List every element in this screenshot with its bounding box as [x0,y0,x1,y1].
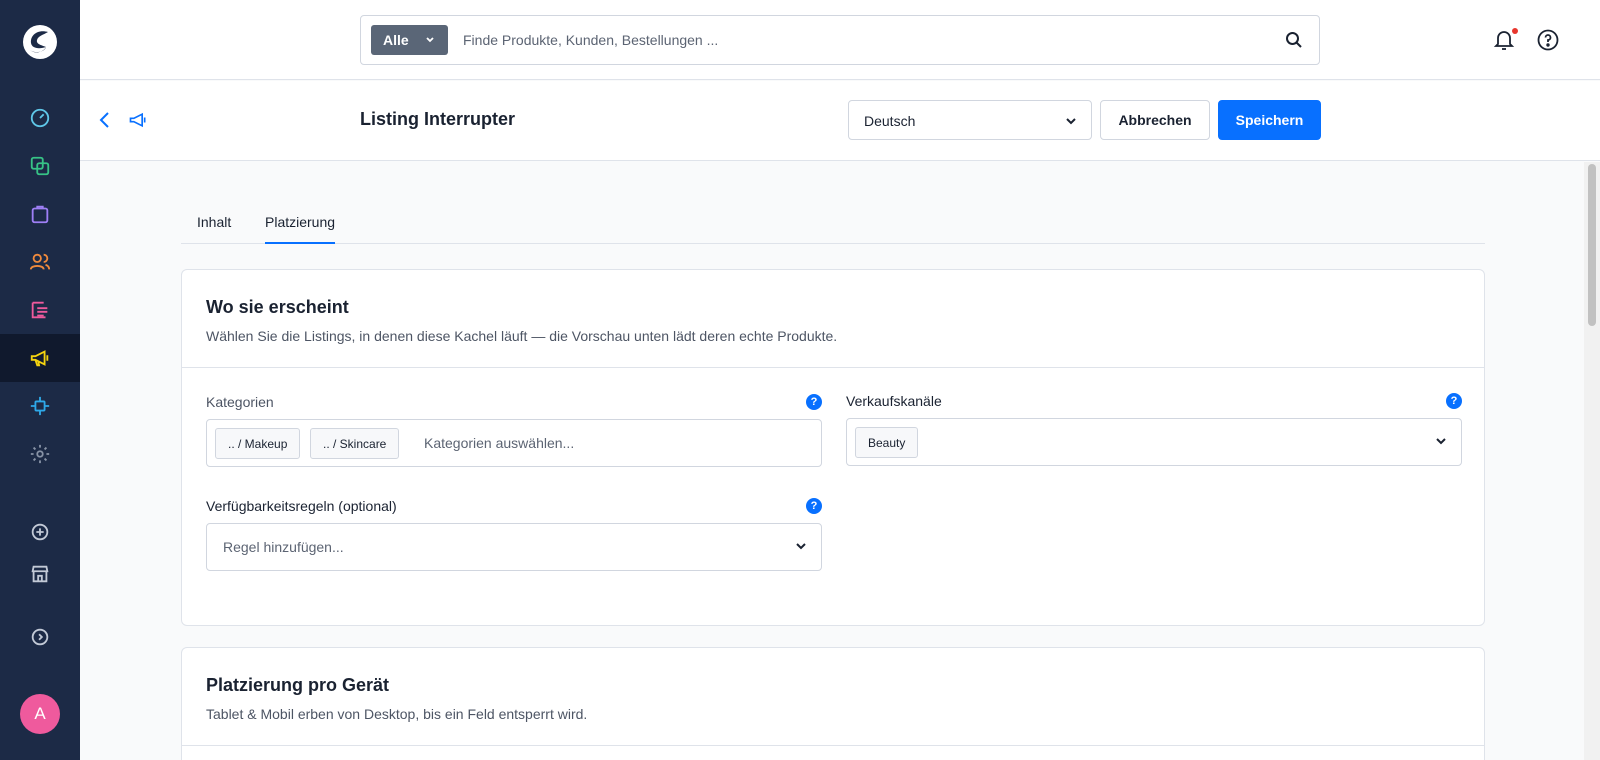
tab-inhalt[interactable]: Inhalt [197,214,231,244]
page-scrollbar[interactable] [1584,162,1600,760]
card-title: Wo sie erscheint [206,297,349,317]
rules-placeholder: Regel hinzufügen... [223,539,344,555]
notification-dot [1512,28,1518,34]
card-subtitle: Tablet & Mobil erben von Desktop, bis ei… [206,706,588,722]
categories-field[interactable]: .. / Makeup .. / Skincare Kategorien aus… [206,419,822,467]
category-chip-makeup[interactable]: .. / Makeup [215,428,301,459]
marketing-icon [30,350,49,367]
store-icon [31,565,49,583]
sidebar-item-customers[interactable] [0,238,80,286]
cancel-button[interactable]: Abbrechen [1100,100,1210,140]
sidebar-item-store[interactable] [0,550,80,598]
chevron-down-icon [796,543,806,550]
collapse-icon [31,628,49,646]
card-header: Platzierung pro Gerät Tablet & Mobil erb… [182,648,1484,746]
sidebar-collapse-button[interactable] [0,613,80,661]
placement-card: Wo sie erscheint Wählen Sie die Listings… [181,269,1485,626]
tab-bar: Inhalt Platzierung [181,200,1485,244]
dashboard-icon [30,108,50,128]
sidebar-item-dashboard[interactable] [0,94,80,142]
content-icon [31,301,48,319]
chevron-down-icon [1066,118,1076,125]
sales-channels-field[interactable]: Beauty [846,418,1462,466]
orders-icon [31,205,49,224]
categories-label: Kategorien [206,394,274,410]
sales-channels-label: Verkaufskanäle [846,393,942,409]
global-search[interactable]: Alle Finde Produkte, Kunden, Bestellunge… [360,15,1320,65]
chevron-down-icon [1436,438,1446,445]
marketing-module-icon [129,112,146,128]
sidebar-item-marketing[interactable] [0,334,80,382]
language-select-value: Deutsch [864,113,916,129]
sales-channels-help-icon[interactable]: ? [1446,393,1462,409]
sidebar-item-add[interactable] [0,508,80,556]
sidebar: A [0,0,80,760]
categories-input[interactable]: Kategorien auswählen... [424,435,574,451]
help-icon[interactable] [1536,28,1560,52]
customers-icon [29,253,51,270]
card-header: Wo sie erscheint Wählen Sie die Listings… [182,270,1484,368]
shopware-logo-icon[interactable] [21,23,59,61]
page-header: Listing Interrupter Deutsch Abbrechen Sp… [80,81,1600,161]
rules-select[interactable]: Regel hinzufügen... [206,523,822,571]
scrollbar-thumb[interactable] [1588,164,1596,326]
card-title: Platzierung pro Gerät [206,675,390,695]
card-subtitle: Wählen Sie die Listings, in denen diese … [206,328,838,344]
back-arrow-icon[interactable] [98,110,112,130]
sidebar-item-extensions[interactable] [0,382,80,430]
rules-label: Verfügbarkeitsregeln (optional) [206,498,397,514]
search-input[interactable]: Finde Produkte, Kunden, Bestellungen ... [463,32,718,48]
sidebar-item-settings[interactable] [0,430,80,478]
catalog-icon [30,156,50,176]
sidebar-item-catalog[interactable] [0,142,80,190]
page-title: Listing Interrupter [360,109,516,129]
user-avatar[interactable]: A [20,694,60,734]
categories-help-icon[interactable]: ? [806,394,822,410]
search-scope-dropdown[interactable]: Alle [371,25,448,55]
tab-platzierung[interactable]: Platzierung [265,214,336,244]
search-scope-label: Alle [383,32,409,48]
device-placement-card: Platzierung pro Gerät Tablet & Mobil erb… [181,647,1485,760]
save-button[interactable]: Speichern [1218,100,1321,140]
search-icon[interactable] [1285,31,1303,49]
sidebar-item-content[interactable] [0,286,80,334]
rules-help-icon[interactable]: ? [806,498,822,514]
add-icon [31,523,49,541]
category-chip-skincare[interactable]: .. / Skincare [310,428,400,459]
top-bar: Alle Finde Produkte, Kunden, Bestellunge… [80,0,1600,80]
chevron-down-icon [426,37,434,43]
language-select[interactable]: Deutsch [848,100,1092,140]
settings-icon [30,444,50,464]
sales-channel-chip-beauty[interactable]: Beauty [855,427,919,458]
sidebar-item-orders[interactable] [0,190,80,238]
extensions-icon [30,396,50,416]
